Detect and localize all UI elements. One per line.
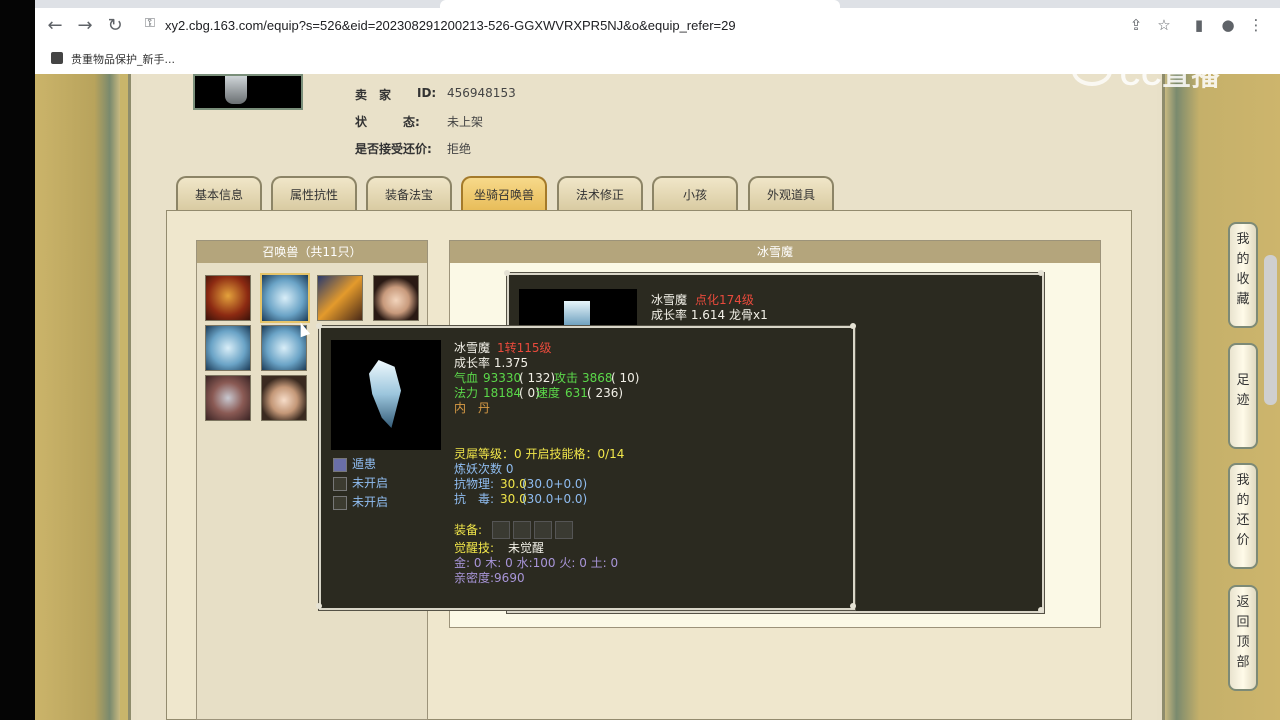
bookmark-favicon-icon <box>51 52 63 64</box>
page-right-border <box>1165 74 1280 720</box>
pet-detail-title: 冰雪魔 <box>450 241 1100 263</box>
share-icon[interactable]: ⇪ <box>1125 14 1147 36</box>
pet-icon[interactable] <box>205 325 251 371</box>
atk-label: 攻击 <box>554 371 579 385</box>
pet-level: 点化174级 <box>695 293 754 307</box>
pet-growth: 成长率 1.614 龙骨x1 <box>651 308 768 322</box>
skill-label: 未开启 <box>352 495 389 509</box>
spirit-level: 灵犀等级：0 开启技能格：0/14 <box>454 447 625 461</box>
status-label: 状 态: <box>355 115 420 129</box>
scrollbar-thumb[interactable] <box>1264 255 1277 405</box>
my-bargains-button[interactable]: 我的还价 <box>1228 463 1258 569</box>
pet-icon[interactable] <box>373 275 419 321</box>
seller-id-label: ID: <box>417 86 437 100</box>
phys-res-detail: (30.0+0.0) <box>522 477 588 491</box>
hp-value: 93330 <box>483 371 522 385</box>
seller-label: 卖 家 <box>355 88 392 102</box>
mp-label: 法力 <box>454 386 479 400</box>
bargain-label: 是否接受还价: <box>355 142 432 156</box>
spd-value: 631 <box>565 386 588 400</box>
refine-count: 炼妖次数 0 <box>454 462 514 476</box>
tab-attributes[interactable]: 属性抗性 <box>271 176 357 210</box>
spd-extra: ( 236) <box>587 386 624 400</box>
locked-skill-icon <box>333 477 347 491</box>
tab-children[interactable]: 小孩 <box>652 176 738 210</box>
pet-icon[interactable] <box>205 275 251 321</box>
equip-slot[interactable] <box>555 521 573 539</box>
locked-skill-icon <box>333 496 347 510</box>
browser-tab-strip <box>35 0 1280 8</box>
pet-hover-tooltip: 冰雪魔 1转115级 成长率 1.375 气血 93330 ( 132) 攻击 … <box>318 325 856 611</box>
pet-image <box>331 340 441 450</box>
skill-label: 未开启 <box>352 476 389 490</box>
seller-id-value: 456948153 <box>447 86 516 100</box>
pet-icon[interactable] <box>205 375 251 421</box>
hp-extra: ( 132) <box>519 371 556 385</box>
atk-value: 3868 <box>582 371 613 385</box>
equip-slot[interactable] <box>492 521 510 539</box>
status-value: 未上架 <box>447 115 484 129</box>
hp-label: 气血 <box>454 371 479 385</box>
footprint-button[interactable]: 足迹 <box>1228 343 1258 449</box>
page-left-border <box>35 74 120 720</box>
poison-res-detail: (30.0+0.0) <box>522 492 588 506</box>
my-favorites-button[interactable]: 我的收藏 <box>1228 222 1258 328</box>
back-to-top-button[interactable]: 返回顶部 <box>1228 585 1258 691</box>
awaken-value: 未觉醒 <box>508 541 545 555</box>
bookmark-item[interactable]: 贵重物品保护_新手... <box>71 51 175 67</box>
pet-growth: 成长率 1.375 <box>454 356 529 370</box>
pet-icon[interactable] <box>317 275 363 321</box>
equip-slot[interactable] <box>513 521 531 539</box>
skill-label: 遁患 <box>352 457 377 471</box>
bargain-value: 拒绝 <box>447 142 472 156</box>
equip-label: 装备: <box>454 523 483 537</box>
tab-spell-mods[interactable]: 法术修正 <box>557 176 643 210</box>
mp-value: 18184 <box>483 386 522 400</box>
reload-icon[interactable]: ↻ <box>103 14 127 38</box>
neidan-label: 内 丹 <box>454 401 491 415</box>
character-thumbnail <box>193 74 303 110</box>
atk-extra: ( 10) <box>611 371 640 385</box>
side-panel-icon[interactable]: ▮ <box>1188 14 1210 36</box>
forward-icon[interactable]: → <box>73 14 97 38</box>
pet-icon-selected[interactable] <box>260 273 310 323</box>
site-info-icon[interactable]: ⚿ <box>145 16 155 31</box>
pet-level: 1转115级 <box>497 341 552 355</box>
intimacy-value: 亲密度:9690 <box>454 571 525 585</box>
left-black-bar <box>0 0 35 720</box>
awaken-label: 觉醒技: <box>454 541 495 555</box>
tab-equipment[interactable]: 装备法宝 <box>366 176 452 210</box>
back-icon[interactable]: ← <box>43 14 67 38</box>
spd-label: 速度 <box>536 386 561 400</box>
pet-image-back <box>519 289 637 329</box>
browser-active-tab[interactable] <box>440 0 840 8</box>
tab-mounts-pets[interactable]: 坐骑召唤兽 <box>461 176 547 210</box>
poison-res-label: 抗 毒: <box>454 492 495 506</box>
address-bar[interactable]: ⚿ xy2.cbg.163.com/equip?s=526&eid=202308… <box>135 12 1205 40</box>
pet-name: 冰雪魔 <box>651 293 688 307</box>
stream-watermark-logo: CC直播 <box>1072 54 1242 91</box>
pet-list-title: 召唤兽（共11只） <box>197 241 427 263</box>
browser-toolbar: ← → ↻ ⚿ xy2.cbg.163.com/equip?s=526&eid=… <box>35 8 1280 44</box>
equip-slot[interactable] <box>534 521 552 539</box>
tab-appearance[interactable]: 外观道具 <box>748 176 834 210</box>
pet-name: 冰雪魔 <box>454 341 491 355</box>
tab-basic-info[interactable]: 基本信息 <box>176 176 262 210</box>
url-text[interactable]: xy2.cbg.163.com/equip?s=526&eid=20230829… <box>165 18 736 33</box>
menu-icon[interactable]: ⋮ <box>1245 14 1267 36</box>
element-values: 金: 0 木: 0 水:100 火: 0 土: 0 <box>454 556 619 570</box>
pet-icon[interactable] <box>261 375 307 421</box>
phys-res-label: 抗物理: <box>454 477 495 491</box>
profile-icon[interactable]: ● <box>1217 14 1239 36</box>
bookmark-star-icon[interactable]: ☆ <box>1153 14 1175 36</box>
skill-icon[interactable] <box>333 458 347 472</box>
